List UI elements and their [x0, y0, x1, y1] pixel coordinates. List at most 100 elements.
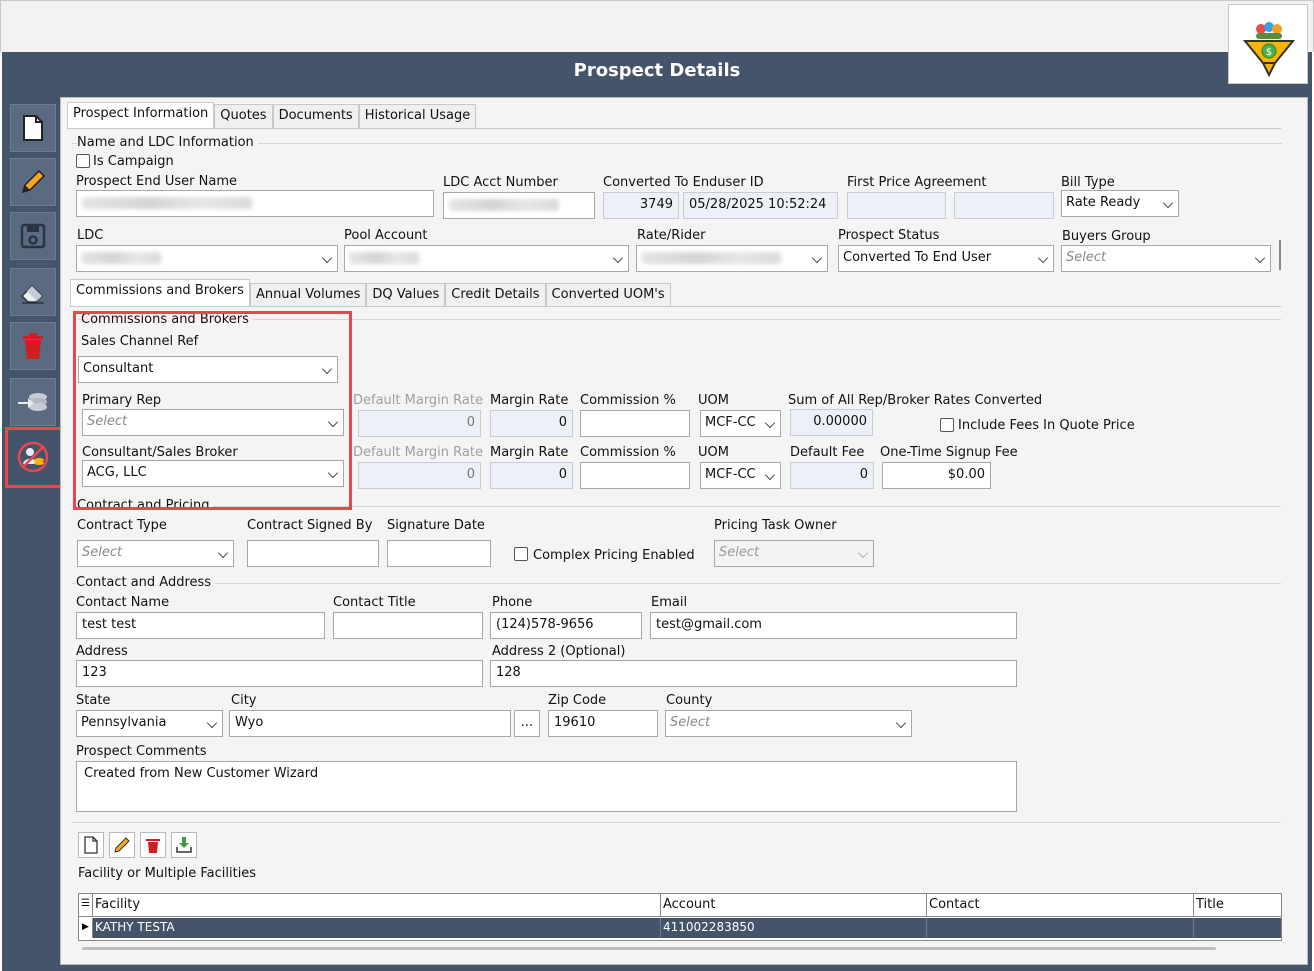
chevron-down-icon — [612, 252, 624, 264]
contact-title-label: Contact Title — [333, 595, 416, 610]
grid-header: ☰ Facility Account Contact Title — [79, 894, 1281, 917]
broker-commission-input[interactable] — [580, 462, 690, 489]
buyers-group-label: Buyers Group — [1062, 229, 1151, 244]
edit-button[interactable] — [10, 158, 56, 206]
horizontal-scrollbar[interactable] — [82, 947, 1216, 950]
sum-rates-field: 0.00000 — [790, 409, 873, 436]
name-ldc-group-label: Name and LDC Information — [77, 135, 258, 150]
contract-type-select[interactable]: Select — [77, 540, 234, 567]
county-placeholder: Select — [670, 715, 711, 730]
pool-account-select[interactable] — [344, 245, 629, 272]
subtab-dq-values[interactable]: DQ Values — [366, 283, 446, 307]
signature-date-input[interactable] — [387, 540, 491, 567]
cell-facility: KATHY TESTA — [93, 918, 661, 938]
broker-commission-label: Commission % — [580, 445, 676, 460]
col-account[interactable]: Account — [661, 894, 927, 916]
facility-edit-button[interactable] — [109, 832, 135, 858]
broker-commission-icon — [17, 441, 49, 473]
state-select[interactable]: Pennsylvania — [76, 710, 223, 737]
new-document-icon — [23, 115, 43, 141]
clear-button[interactable] — [10, 268, 56, 316]
subtab-commissions[interactable]: Commissions and Brokers — [70, 279, 250, 307]
county-select[interactable]: Select — [665, 710, 912, 737]
email-input[interactable]: test@gmail.com — [650, 612, 1017, 639]
phone-input[interactable]: (124)578-9656 — [490, 612, 642, 639]
include-fees-checkbox[interactable] — [940, 418, 954, 432]
ldc-acct-input[interactable] — [443, 192, 595, 219]
subtab-credit-details[interactable]: Credit Details — [445, 283, 546, 307]
contact-title-input[interactable] — [333, 612, 483, 639]
address2-label: Address 2 (Optional) — [492, 644, 626, 659]
commissions-highlight-box — [73, 311, 352, 510]
rep-commission-input[interactable] — [580, 410, 690, 437]
first-price-field-1 — [847, 192, 946, 219]
redacted-value — [82, 197, 252, 209]
converted-label: Converted To Enduser ID — [603, 175, 764, 190]
save-button[interactable] — [10, 212, 56, 260]
subtab-annual-volumes[interactable]: Annual Volumes — [249, 283, 367, 307]
pool-account-label: Pool Account — [344, 228, 428, 243]
broker-uom-select[interactable]: MCF-CC — [700, 462, 781, 489]
buyers-group-select[interactable]: Select — [1061, 245, 1271, 272]
default-fee-field: 0 — [790, 462, 874, 489]
tab-prospect-information[interactable]: Prospect Information — [67, 102, 215, 128]
tab-divider — [67, 128, 1281, 129]
sub-tabs: Commissions and Brokers Annual Volumes D… — [70, 279, 671, 307]
svg-text:$: $ — [1266, 47, 1272, 58]
address2-input[interactable]: 128 — [490, 660, 1017, 687]
ldc-label: LDC — [77, 228, 104, 243]
rep-uom-select[interactable]: MCF-CC — [700, 410, 781, 437]
state-value: Pennsylvania — [81, 715, 167, 730]
end-user-name-input[interactable] — [76, 190, 434, 217]
facility-delete-button[interactable] — [140, 832, 166, 858]
city-lookup-button[interactable]: ... — [514, 710, 540, 737]
table-row[interactable]: ▶ KATHY TESTA 411002283850 — [79, 918, 1281, 938]
rate-rider-select[interactable] — [636, 245, 828, 272]
chevron-down-icon — [321, 252, 333, 264]
ldc-select[interactable] — [76, 245, 338, 272]
bill-type-value: Rate Ready — [1066, 195, 1141, 210]
bill-type-select[interactable]: Rate Ready — [1061, 190, 1179, 217]
col-facility[interactable]: Facility — [93, 894, 661, 916]
tab-historical-usage[interactable]: Historical Usage — [358, 104, 477, 128]
comments-label: Prospect Comments — [76, 744, 207, 759]
trash-icon — [23, 333, 43, 359]
zip-input[interactable]: 19610 — [548, 710, 658, 737]
rate-rider-label: Rate/Rider — [637, 228, 706, 243]
delete-button[interactable] — [10, 322, 56, 370]
signed-by-input[interactable] — [247, 540, 379, 567]
facility-import-button[interactable] — [171, 832, 197, 858]
new-button[interactable] — [10, 104, 56, 152]
subtab-divider — [70, 306, 1281, 307]
city-input[interactable]: Wyo — [229, 710, 511, 737]
chevron-down-icon — [764, 469, 776, 481]
grid-menu-icon[interactable]: ☰ — [79, 894, 93, 916]
chevron-down-icon — [206, 717, 218, 729]
row-pointer-icon: ▶ — [79, 918, 93, 938]
subtab-converted-uoms[interactable]: Converted UOM's — [545, 283, 671, 307]
convert-button[interactable] — [10, 378, 56, 426]
prospect-status-select[interactable]: Converted To End User — [838, 245, 1054, 272]
end-user-name-label: Prospect End User Name — [76, 174, 237, 189]
redacted-value — [641, 252, 781, 264]
prospect-status-label: Prospect Status — [838, 228, 940, 243]
address-label: Address — [76, 644, 128, 659]
comments-textarea[interactable]: Created from New Customer Wizard — [76, 761, 1017, 812]
eraser-icon — [20, 284, 44, 304]
commissions-button[interactable] — [10, 433, 56, 481]
complex-pricing-checkbox[interactable] — [514, 547, 528, 561]
col-title[interactable]: Title — [1194, 894, 1281, 916]
task-owner-select[interactable]: Select — [714, 540, 874, 567]
tab-quotes[interactable]: Quotes — [214, 104, 273, 128]
signup-fee-input[interactable]: $0.00 — [882, 462, 991, 489]
top-strip — [0, 0, 1314, 52]
first-price-field-2 — [954, 192, 1054, 219]
email-label: Email — [651, 595, 688, 610]
address-input[interactable]: 123 — [76, 660, 483, 687]
col-contact[interactable]: Contact — [927, 894, 1194, 916]
contact-name-input[interactable]: test test — [76, 612, 325, 639]
is-campaign-checkbox[interactable] — [76, 154, 90, 168]
task-owner-placeholder: Select — [719, 545, 760, 560]
facility-new-button[interactable] — [78, 832, 104, 858]
tab-documents[interactable]: Documents — [272, 104, 359, 128]
